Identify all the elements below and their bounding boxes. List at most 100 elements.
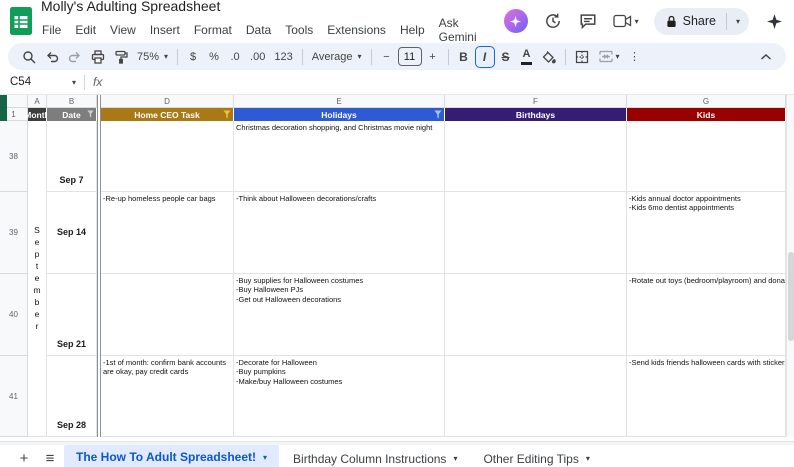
tab-caret-icon[interactable]: ▾ — [453, 454, 457, 463]
cell-holidays[interactable]: Christmas decoration shopping, and Chris… — [234, 121, 445, 192]
cell-birthdays[interactable] — [445, 192, 627, 274]
cell-home-ceo[interactable] — [101, 274, 234, 356]
collapse-toolbar-icon[interactable] — [756, 46, 776, 68]
more-formats-button[interactable]: 123 — [270, 46, 296, 68]
sparkle-icon[interactable] — [764, 11, 784, 31]
cell-home-ceo[interactable]: -1st of month: confirm bank accounts are… — [101, 356, 234, 437]
meet-button[interactable]: ▾ — [612, 14, 639, 28]
fill-color-button[interactable] — [538, 46, 560, 68]
bold-button[interactable]: B — [454, 46, 474, 68]
decrease-font-size-button[interactable]: − — [377, 46, 397, 68]
share-button[interactable]: Share ▾ — [653, 7, 749, 35]
version-history-icon[interactable] — [543, 11, 563, 31]
formula-bar: C54 ▾ fx — [0, 70, 794, 95]
sheet-tab-other-editing-tips[interactable]: Other Editing Tips ▾ — [471, 445, 601, 467]
cell-home-ceo[interactable] — [101, 121, 234, 192]
formula-input[interactable] — [112, 70, 794, 94]
more-toolbar-button[interactable]: ⋮ — [625, 46, 645, 68]
name-box-caret-icon[interactable]: ▾ — [72, 78, 76, 87]
doc-title[interactable]: Molly's Adulting Spreadsheet — [41, 0, 504, 14]
cell-kids[interactable]: -Rotate out toys (bedroom/playroom) and … — [627, 274, 786, 356]
header-cell-home-ceo-task[interactable]: Home CEO Task — [101, 108, 234, 121]
column-header-d[interactable]: D — [101, 95, 234, 108]
name-box[interactable]: C54 ▾ — [10, 76, 82, 88]
strikethrough-button[interactable]: S — [496, 46, 516, 68]
filter-icon — [87, 110, 94, 118]
row-header-41[interactable]: 41 — [0, 356, 28, 437]
undo-button[interactable] — [41, 46, 63, 68]
header-cell-birthdays[interactable]: Birthdays — [445, 108, 627, 121]
redo-button[interactable] — [64, 46, 86, 68]
cell-kids[interactable] — [627, 121, 786, 192]
sheet-tab-birthday-instructions[interactable]: Birthday Column Instructions ▾ — [281, 445, 469, 467]
font-select[interactable]: Average ▾ — [308, 46, 366, 68]
italic-button[interactable]: I — [474, 45, 495, 68]
header-cell-holidays[interactable]: Holidays — [234, 108, 445, 121]
sheets-logo-icon[interactable] — [10, 7, 32, 35]
all-sheets-button[interactable]: ≡ — [38, 447, 62, 467]
column-header-e[interactable]: E — [234, 95, 445, 108]
tab-caret-icon[interactable]: ▾ — [263, 453, 267, 462]
search-menus-button[interactable] — [18, 46, 40, 68]
share-caret-icon[interactable]: ▾ — [727, 8, 749, 35]
cell-month-september[interactable]: September — [28, 121, 47, 437]
menu-insert[interactable]: Insert — [143, 22, 187, 38]
cell-holidays[interactable]: -Buy supplies for Halloween costumes -Bu… — [234, 274, 445, 356]
column-header-f[interactable]: F — [445, 95, 627, 108]
zoom-select[interactable]: 75% ▾ — [133, 46, 172, 68]
increase-font-size-button[interactable]: + — [423, 46, 443, 68]
cell-date[interactable]: Sep 28 — [47, 356, 97, 437]
cell-birthdays[interactable] — [445, 356, 627, 437]
cell-kids[interactable]: -Kids annual doctor appointments -Kids 6… — [627, 192, 786, 274]
add-sheet-button[interactable]: + — [12, 447, 36, 467]
vertical-scrollbar[interactable] — [786, 95, 794, 437]
column-header-a[interactable]: A — [28, 95, 47, 108]
format-currency-button[interactable]: $ — [183, 46, 203, 68]
paint-format-button[interactable] — [110, 46, 132, 68]
cell-holidays[interactable]: -Think about Halloween decorations/craft… — [234, 192, 445, 274]
print-button[interactable] — [87, 46, 109, 68]
cell-date[interactable]: Sep 14 — [47, 192, 97, 274]
menu-format[interactable]: Format — [187, 22, 239, 38]
menu-data[interactable]: Data — [239, 22, 278, 38]
name-box-value: C54 — [10, 76, 32, 88]
cell-birthdays[interactable] — [445, 121, 627, 192]
menu-file[interactable]: File — [41, 22, 68, 38]
vertical-scrollbar-thumb[interactable] — [788, 252, 794, 342]
menu-edit[interactable]: Edit — [68, 22, 103, 38]
cell-date[interactable]: Sep 7 — [47, 121, 97, 192]
menu-help[interactable]: Help — [393, 22, 432, 38]
gemini-icon[interactable] — [503, 9, 528, 33]
meet-caret-icon[interactable]: ▾ — [635, 17, 639, 26]
horizontal-scrollbar[interactable] — [0, 441, 794, 445]
menu-ask-gemini[interactable]: Ask Gemini — [432, 15, 504, 45]
menu-extensions[interactable]: Extensions — [320, 22, 393, 38]
cell-kids[interactable]: -Send kids friends halloween cards with … — [627, 356, 786, 437]
row-header-40[interactable]: 40 — [0, 274, 28, 356]
text-color-button[interactable]: A — [517, 46, 537, 68]
header-cell-kids[interactable]: Kids — [627, 108, 786, 121]
column-header-b[interactable]: B — [47, 95, 97, 108]
row-header-38[interactable]: 38 — [0, 121, 28, 192]
share-button-main[interactable]: Share — [654, 8, 726, 35]
cell-date[interactable]: Sep 21 — [47, 274, 97, 356]
menu-view[interactable]: View — [103, 22, 143, 38]
cell-home-ceo[interactable]: -Re-up homeless people car bags — [101, 192, 234, 274]
header-cell-month[interactable]: Month — [24, 108, 50, 121]
format-percent-button[interactable]: % — [204, 46, 224, 68]
column-header-g[interactable]: G — [627, 95, 786, 108]
comment-icon[interactable] — [578, 11, 598, 31]
borders-button[interactable] — [571, 46, 593, 68]
cell-birthdays[interactable] — [445, 274, 627, 356]
sheet-tab-active[interactable]: The How To Adult Spreadsheet! ▾ — [64, 445, 280, 467]
menu-tools[interactable]: Tools — [278, 22, 320, 38]
increase-decimal-button[interactable]: .00 — [246, 46, 269, 68]
row-header-39[interactable]: 39 — [0, 192, 28, 274]
merge-cells-button[interactable]: ▾ — [594, 46, 624, 68]
header-cell-date[interactable]: Date — [47, 108, 97, 121]
cell-holidays[interactable]: -Decorate for Halloween -Buy pumpkins -M… — [234, 356, 445, 437]
decrease-decimal-button[interactable]: .0 — [225, 46, 245, 68]
tab-caret-icon[interactable]: ▾ — [586, 454, 590, 463]
font-size-input[interactable]: 11 — [397, 47, 422, 66]
fx-label: fx — [93, 75, 103, 89]
